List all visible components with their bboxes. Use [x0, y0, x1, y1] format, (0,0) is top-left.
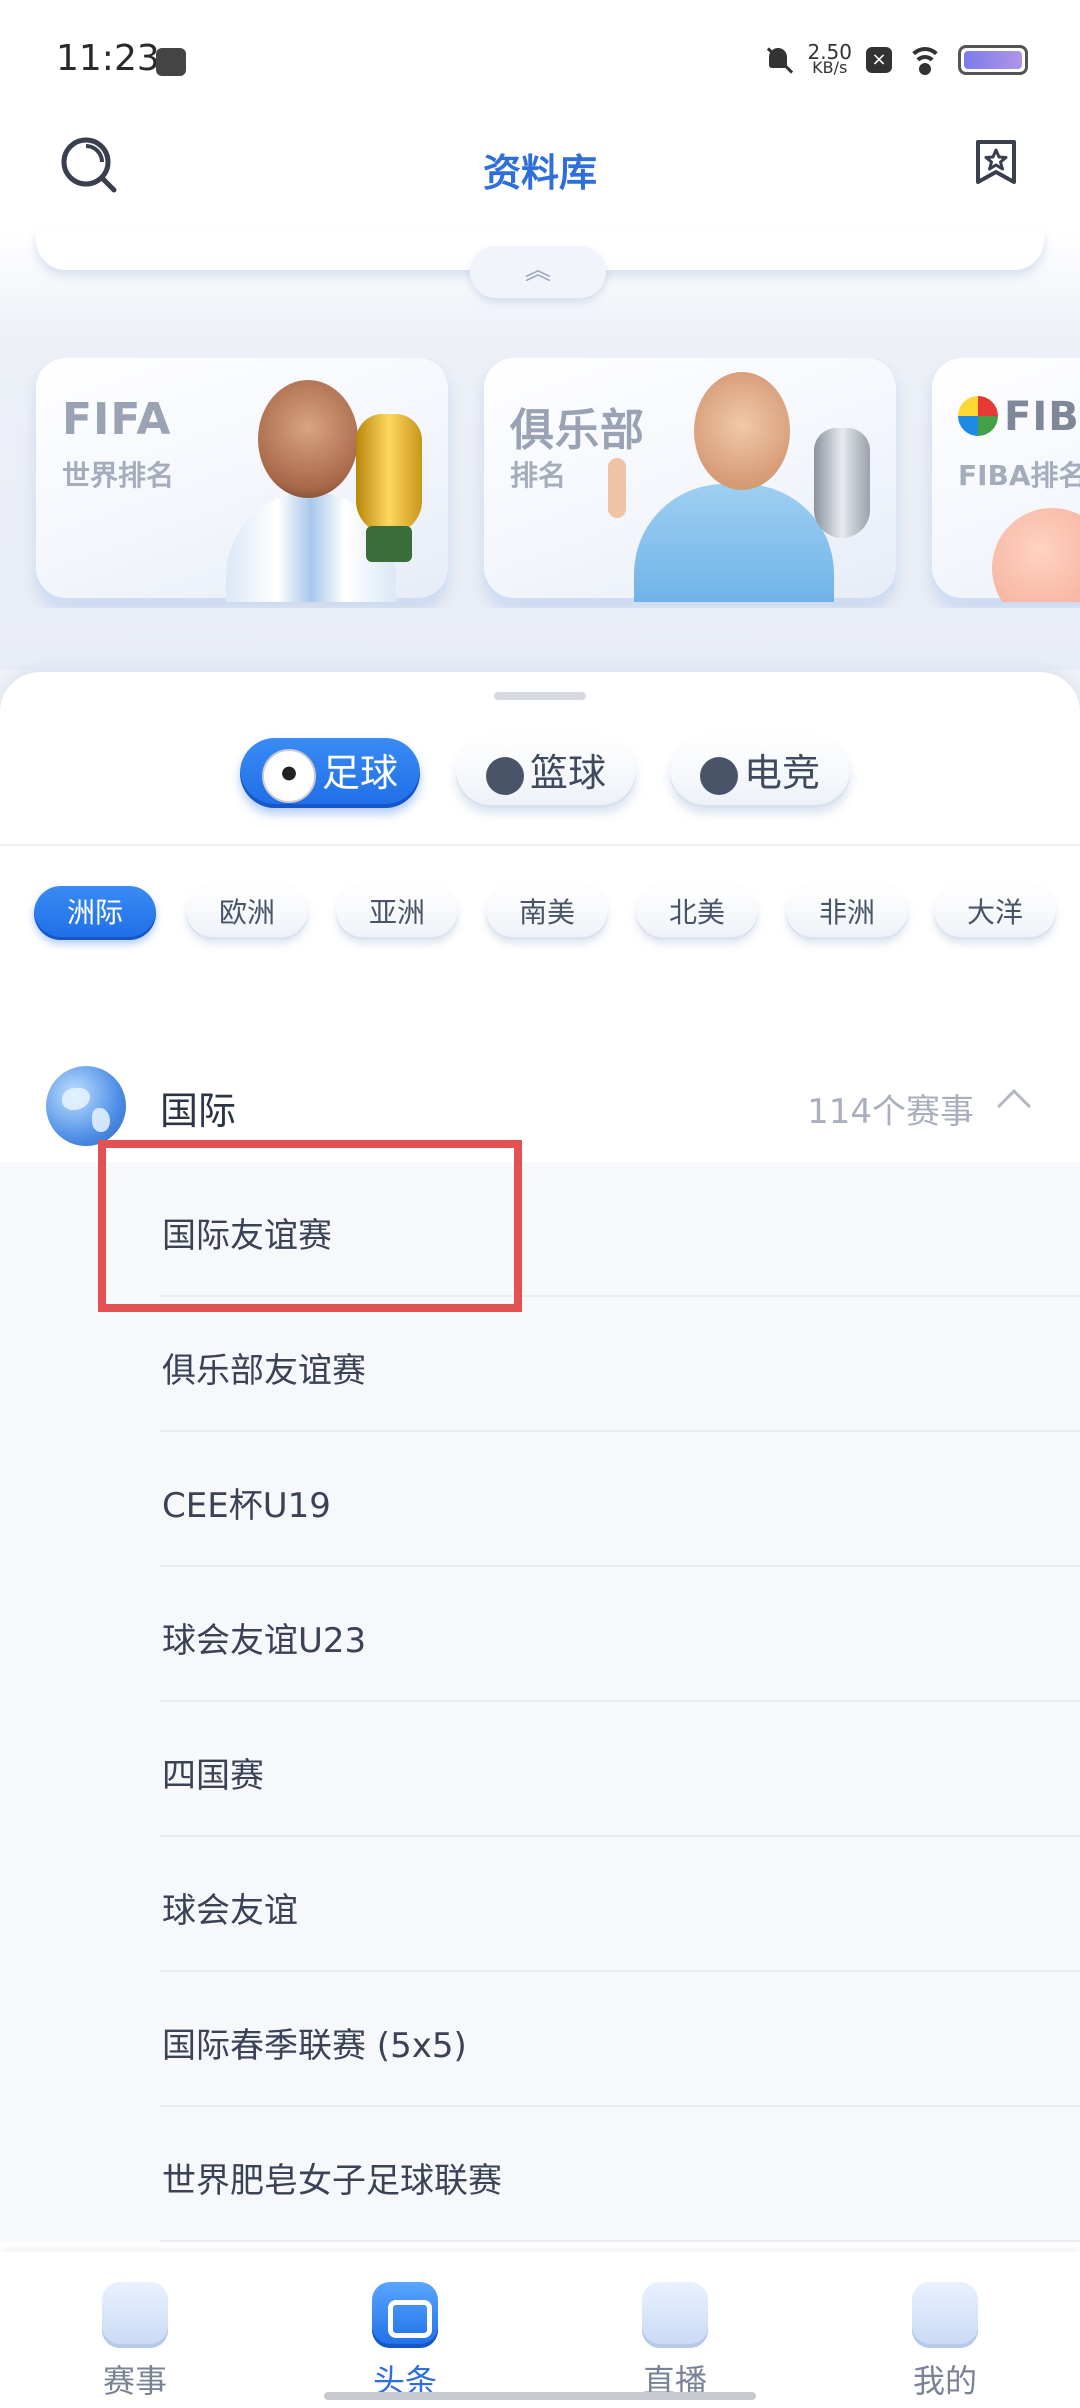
competition-label: 球会友谊	[162, 1891, 298, 1931]
trophy-icon	[102, 2282, 168, 2348]
headlines-icon	[372, 2282, 438, 2348]
list-item[interactable]: 世界肥皂女子足球联赛	[0, 2107, 1080, 2242]
tab-headlines[interactable]: 头条	[270, 2252, 540, 2408]
list-item[interactable]: 国际春季联赛 (5x5)	[0, 1972, 1080, 2107]
list-item[interactable]: 四国赛	[0, 1702, 1080, 1837]
ranking-card-fifa[interactable]: FIFA 世界排名	[36, 358, 448, 602]
competition-label: 四国赛	[162, 1756, 264, 1796]
tab-live[interactable]: 直播	[540, 2252, 810, 2408]
double-chevron-up-icon: ︽	[524, 256, 551, 286]
competition-label: 世界肥皂女子足球联赛	[162, 2161, 502, 2201]
list-item[interactable]: CEE杯U19	[0, 1432, 1080, 1567]
chevron-up-icon[interactable]	[997, 1089, 1031, 1123]
page-title: 资料库	[482, 151, 597, 195]
globe-icon	[46, 1066, 126, 1146]
tab-label: 电竞	[743, 751, 820, 795]
list-item[interactable]: 球会友谊	[0, 1837, 1080, 1972]
wifi-icon	[906, 45, 944, 75]
card-title: FIBA	[1004, 394, 1080, 440]
competition-label: CEE杯U19	[162, 1486, 331, 1526]
ranking-card-club[interactable]: 俱乐部 排名	[484, 358, 896, 602]
region-chip-south-america[interactable]: 南美	[486, 886, 608, 940]
competition-list: 国际友谊赛 俱乐部友谊赛 CEE杯U19 球会友谊U23 四国赛 球会友谊 国际…	[0, 1162, 1080, 2242]
list-item[interactable]: 球会友谊U23	[0, 1567, 1080, 1702]
group-title: 国际	[160, 1089, 237, 1133]
card-subtitle: FIBA排名	[958, 459, 1080, 492]
ranking-cards: FIFA 世界排名 俱乐部 排名 FIB FIBA排名	[0, 358, 1080, 608]
tab-events[interactable]: 赛事	[0, 2252, 270, 2408]
tab-esports[interactable]: 电竞	[670, 738, 850, 808]
competition-label: 俱乐部友谊赛	[162, 1351, 366, 1391]
close-box-icon: ×	[866, 47, 892, 73]
region-tabs: 洲际 欧洲 亚洲 南美 北美 非洲 大洋	[0, 886, 1080, 946]
basketball-icon	[485, 756, 524, 795]
net-speed-unit: KB/s	[812, 58, 848, 77]
tab-label: 篮球	[529, 751, 606, 795]
tab-profile[interactable]: 我的	[810, 2252, 1080, 2408]
message-icon	[156, 48, 186, 76]
status-icons: 2.50 KB/s ×	[763, 40, 1028, 80]
list-item[interactable]: 俱乐部友谊赛	[0, 1297, 1080, 1432]
region-chip-north-america[interactable]: 北美	[636, 886, 758, 940]
card-title: 俱乐部	[510, 405, 645, 456]
sport-tabs: 足球 篮球 电竞	[0, 730, 1080, 810]
live-icon	[642, 2282, 708, 2348]
status-bar: 11:23 2.50 KB/s ×	[0, 0, 1080, 120]
profile-icon	[912, 2282, 978, 2348]
home-indicator[interactable]	[324, 2392, 756, 2400]
sheet-handle[interactable]	[494, 692, 586, 700]
highlight-box	[98, 1140, 522, 1312]
region-chip-europe[interactable]: 欧洲	[186, 886, 308, 940]
card-title: FIFA	[62, 394, 172, 445]
soccer-ball-icon	[261, 748, 316, 803]
bell-off-icon	[763, 44, 793, 76]
tab-label: 我的	[912, 2362, 977, 2400]
ranking-area: ︽ FIFA 世界排名 俱乐部 排名 FIB FIBA排名	[0, 230, 1080, 670]
status-time: 11:23	[56, 38, 160, 79]
ranking-card-fiba[interactable]: FIBA FIBA排名	[932, 358, 1080, 602]
tab-label: 赛事	[102, 2362, 167, 2400]
group-count: 114个赛事	[807, 1092, 974, 1132]
card-subtitle: 排名	[510, 459, 567, 492]
region-chip-intercontinental[interactable]: 洲际	[34, 886, 156, 940]
top-nav: 资料库	[0, 120, 1080, 230]
competition-label: 球会友谊U23	[162, 1621, 367, 1661]
competition-label: 国际春季联赛 (5x5)	[162, 2026, 467, 2066]
tab-basketball[interactable]: 篮球	[456, 738, 636, 808]
basketball-image	[992, 508, 1080, 602]
net-speed: 2.50 KB/s	[807, 42, 852, 77]
bottom-tab-bar: 赛事 头条 直播 我的	[0, 2252, 1080, 2408]
battery-icon	[958, 45, 1028, 75]
region-chip-oceania[interactable]: 大洋	[934, 886, 1056, 940]
region-chip-asia[interactable]: 亚洲	[336, 886, 458, 940]
collapse-toggle[interactable]: ︽	[470, 246, 606, 298]
tab-label: 足球	[321, 751, 398, 795]
library-sheet: 足球 篮球 电竞 洲际 欧洲 亚洲 南美 北美 非洲 大洋 国际 114个赛事 …	[0, 672, 1080, 2252]
fiba-logo-icon	[958, 396, 998, 436]
esports-icon	[699, 756, 738, 795]
tab-football[interactable]: 足球	[240, 738, 420, 808]
card-subtitle: 世界排名	[62, 459, 175, 492]
region-chip-africa[interactable]: 非洲	[786, 886, 908, 940]
bookmark-star-icon[interactable]	[974, 138, 1018, 186]
divider	[0, 844, 1080, 846]
